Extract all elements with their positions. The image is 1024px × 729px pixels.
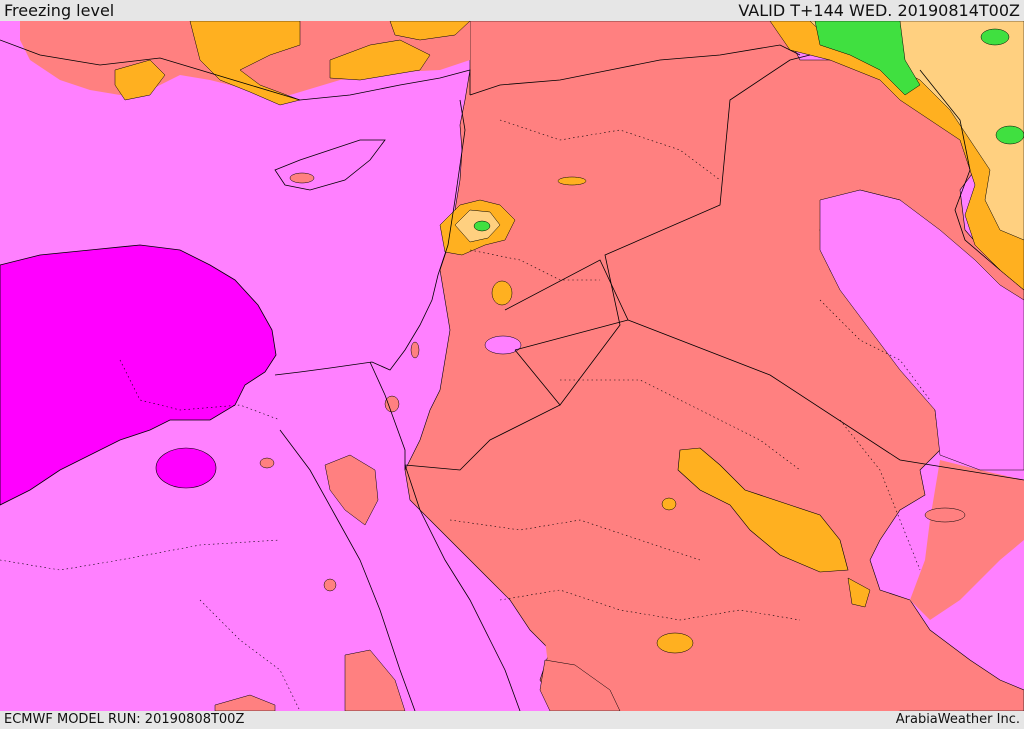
high-field-patch xyxy=(980,28,1010,46)
mid-level-spot xyxy=(924,507,966,523)
warm-field-syria xyxy=(557,176,587,186)
map-title: Freezing level xyxy=(4,1,115,20)
warm-field-arabia-3 xyxy=(656,632,694,654)
map-header: Freezing level VALID T+144 WED. 20190814… xyxy=(0,0,1024,21)
map-footer: ECMWF MODEL RUN: 20190808T00Z ArabiaWeat… xyxy=(0,711,1024,729)
mid-level-spot-3 xyxy=(384,395,400,413)
valid-time: VALID T+144 WED. 20190814T00Z xyxy=(738,1,1020,20)
high-field-lebanon xyxy=(473,220,491,232)
mid-level-spot-5 xyxy=(323,578,337,592)
warm-field-jordan xyxy=(491,280,513,306)
high-field-patch-2 xyxy=(995,125,1024,145)
warm-field-saudi-small xyxy=(661,497,677,511)
freezing-level-map xyxy=(0,21,1024,711)
model-run-label: ECMWF MODEL RUN: 20190808T00Z xyxy=(4,712,245,727)
brand-credit: ArabiaWeather Inc. xyxy=(895,712,1020,727)
mid-level-spot-4 xyxy=(410,341,420,359)
lowest-level-patch xyxy=(155,447,217,489)
mid-level-cyprus xyxy=(289,172,315,184)
mid-level-spot-2 xyxy=(259,457,275,469)
